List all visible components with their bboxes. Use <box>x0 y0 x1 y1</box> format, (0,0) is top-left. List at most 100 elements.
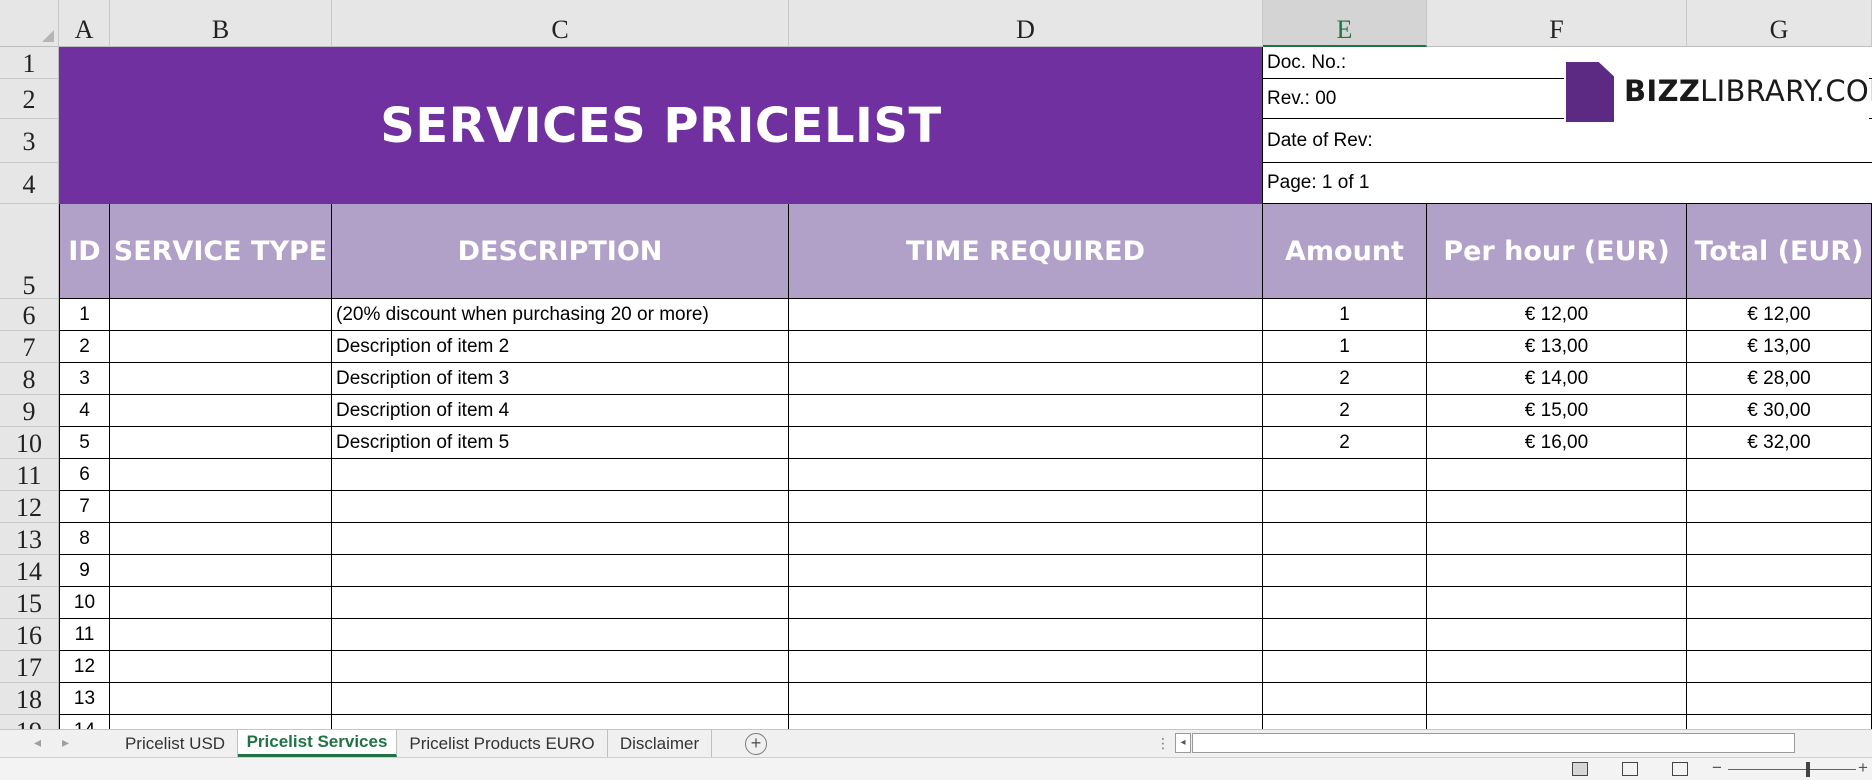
splitter-icon[interactable]: ⋮ <box>1156 735 1170 752</box>
cell-time-required[interactable] <box>789 459 1263 491</box>
page-layout-icon[interactable] <box>1622 762 1638 776</box>
cell-total[interactable]: € 13,00 <box>1687 331 1872 363</box>
cell-total[interactable] <box>1687 491 1872 523</box>
cell-per-hour[interactable]: € 15,00 <box>1427 395 1687 427</box>
cell-time-required[interactable] <box>789 299 1263 331</box>
row-header-10[interactable]: 10 <box>0 427 59 459</box>
cell-time-required[interactable] <box>789 619 1263 651</box>
cell-service-type[interactable] <box>110 299 332 331</box>
cell-id[interactable]: 2 <box>59 331 110 363</box>
row-header-3[interactable]: 3 <box>0 119 59 163</box>
cell-per-hour[interactable] <box>1427 555 1687 587</box>
cell-id[interactable]: 8 <box>59 523 110 555</box>
header-time-required[interactable]: TIME REQUIRED <box>789 204 1263 299</box>
row-header-11[interactable]: 11 <box>0 459 59 491</box>
cell-amount[interactable]: 1 <box>1263 331 1427 363</box>
cell-per-hour[interactable]: € 12,00 <box>1427 299 1687 331</box>
row-header-12[interactable]: 12 <box>0 491 59 523</box>
header-amount[interactable]: Amount <box>1263 204 1427 299</box>
column-header-f[interactable]: F <box>1427 0 1687 47</box>
cell-time-required[interactable] <box>789 715 1263 729</box>
grid-view-icon[interactable] <box>1572 762 1588 776</box>
cell-amount[interactable] <box>1263 715 1427 729</box>
cell-service-type[interactable] <box>110 331 332 363</box>
header-id[interactable]: ID <box>59 204 110 299</box>
row-header-13[interactable]: 13 <box>0 523 59 555</box>
cell-service-type[interactable] <box>110 587 332 619</box>
cell-service-type[interactable] <box>110 715 332 729</box>
cell-description[interactable] <box>332 523 789 555</box>
cell-id[interactable]: 11 <box>59 619 110 651</box>
cell-time-required[interactable] <box>789 363 1263 395</box>
row-header-18[interactable]: 18 <box>0 683 59 715</box>
cell-description[interactable] <box>332 491 789 523</box>
column-header-d[interactable]: D <box>789 0 1263 47</box>
cell-description[interactable]: Description of item 5 <box>332 427 789 459</box>
cell-per-hour[interactable] <box>1427 683 1687 715</box>
cell-per-hour[interactable] <box>1427 651 1687 683</box>
row-header-5[interactable]: 5 <box>0 204 59 300</box>
cell-time-required[interactable] <box>789 587 1263 619</box>
cell-time-required[interactable] <box>789 331 1263 363</box>
cell-service-type[interactable] <box>110 619 332 651</box>
select-all-corner[interactable] <box>0 0 59 47</box>
cell-total[interactable] <box>1687 459 1872 491</box>
cell-service-type[interactable] <box>110 491 332 523</box>
sheet-tab-pricelist-usd[interactable]: Pricelist USD <box>113 730 238 757</box>
cell-service-type[interactable] <box>110 395 332 427</box>
cell-time-required[interactable] <box>789 491 1263 523</box>
sheet-tab-pricelist-services[interactable]: Pricelist Services <box>238 730 397 757</box>
row-header-9[interactable]: 9 <box>0 395 59 427</box>
cell-total[interactable] <box>1687 523 1872 555</box>
header-description[interactable]: DESCRIPTION <box>332 204 789 299</box>
cell-total[interactable] <box>1687 683 1872 715</box>
cell-per-hour[interactable] <box>1427 619 1687 651</box>
cell-per-hour[interactable]: € 14,00 <box>1427 363 1687 395</box>
cell-per-hour[interactable] <box>1427 715 1687 729</box>
row-header-15[interactable]: 15 <box>0 587 59 619</box>
cell-service-type[interactable] <box>110 651 332 683</box>
cell-amount[interactable] <box>1263 555 1427 587</box>
cell-total[interactable]: € 12,00 <box>1687 299 1872 331</box>
horizontal-scrollbar[interactable]: ◂ <box>1175 733 1865 754</box>
cell-per-hour[interactable] <box>1427 459 1687 491</box>
column-header-g[interactable]: G <box>1687 0 1872 47</box>
cell-service-type[interactable] <box>110 363 332 395</box>
cell-description[interactable] <box>332 683 789 715</box>
row-header-8[interactable]: 8 <box>0 363 59 395</box>
cell-description[interactable]: Description of item 3 <box>332 363 789 395</box>
cell-time-required[interactable] <box>789 683 1263 715</box>
zoom-slider-track[interactable] <box>1728 769 1856 770</box>
cell-total[interactable] <box>1687 587 1872 619</box>
cell-amount[interactable] <box>1263 619 1427 651</box>
cell-per-hour[interactable]: € 16,00 <box>1427 427 1687 459</box>
cell-service-type[interactable] <box>110 459 332 491</box>
cell-total[interactable]: € 32,00 <box>1687 427 1872 459</box>
cell-id[interactable]: 1 <box>59 299 110 331</box>
plus-circle-icon[interactable]: + <box>745 733 767 755</box>
prev-sheet-icon[interactable]: ◂ <box>34 734 41 751</box>
cell-time-required[interactable] <box>789 555 1263 587</box>
column-header-e[interactable]: E <box>1263 0 1427 47</box>
cell-amount[interactable] <box>1263 587 1427 619</box>
sheet-tab-pricelist-products-euro[interactable]: Pricelist Products EURO <box>397 730 608 757</box>
page-break-icon[interactable] <box>1672 762 1688 776</box>
cell-total[interactable] <box>1687 715 1872 729</box>
row-header-14[interactable]: 14 <box>0 555 59 587</box>
cell-amount[interactable]: 1 <box>1263 299 1427 331</box>
cell-time-required[interactable] <box>789 523 1263 555</box>
cell-amount[interactable] <box>1263 523 1427 555</box>
pricelist-title[interactable]: SERVICES PRICELIST <box>59 47 1263 204</box>
cell-total[interactable] <box>1687 555 1872 587</box>
column-header-c[interactable]: C <box>332 0 789 47</box>
column-header-a[interactable]: A <box>59 0 110 47</box>
cell-per-hour[interactable] <box>1427 587 1687 619</box>
column-header-b[interactable]: B <box>110 0 332 47</box>
arrow-left-icon[interactable]: ◂ <box>1175 733 1191 753</box>
scroll-thumb[interactable] <box>1192 733 1795 753</box>
cell-id[interactable]: 14 <box>59 715 110 729</box>
cell-per-hour[interactable] <box>1427 523 1687 555</box>
cell-service-type[interactable] <box>110 555 332 587</box>
row-header-1[interactable]: 1 <box>0 47 59 79</box>
plus-icon[interactable]: + <box>1858 758 1868 778</box>
